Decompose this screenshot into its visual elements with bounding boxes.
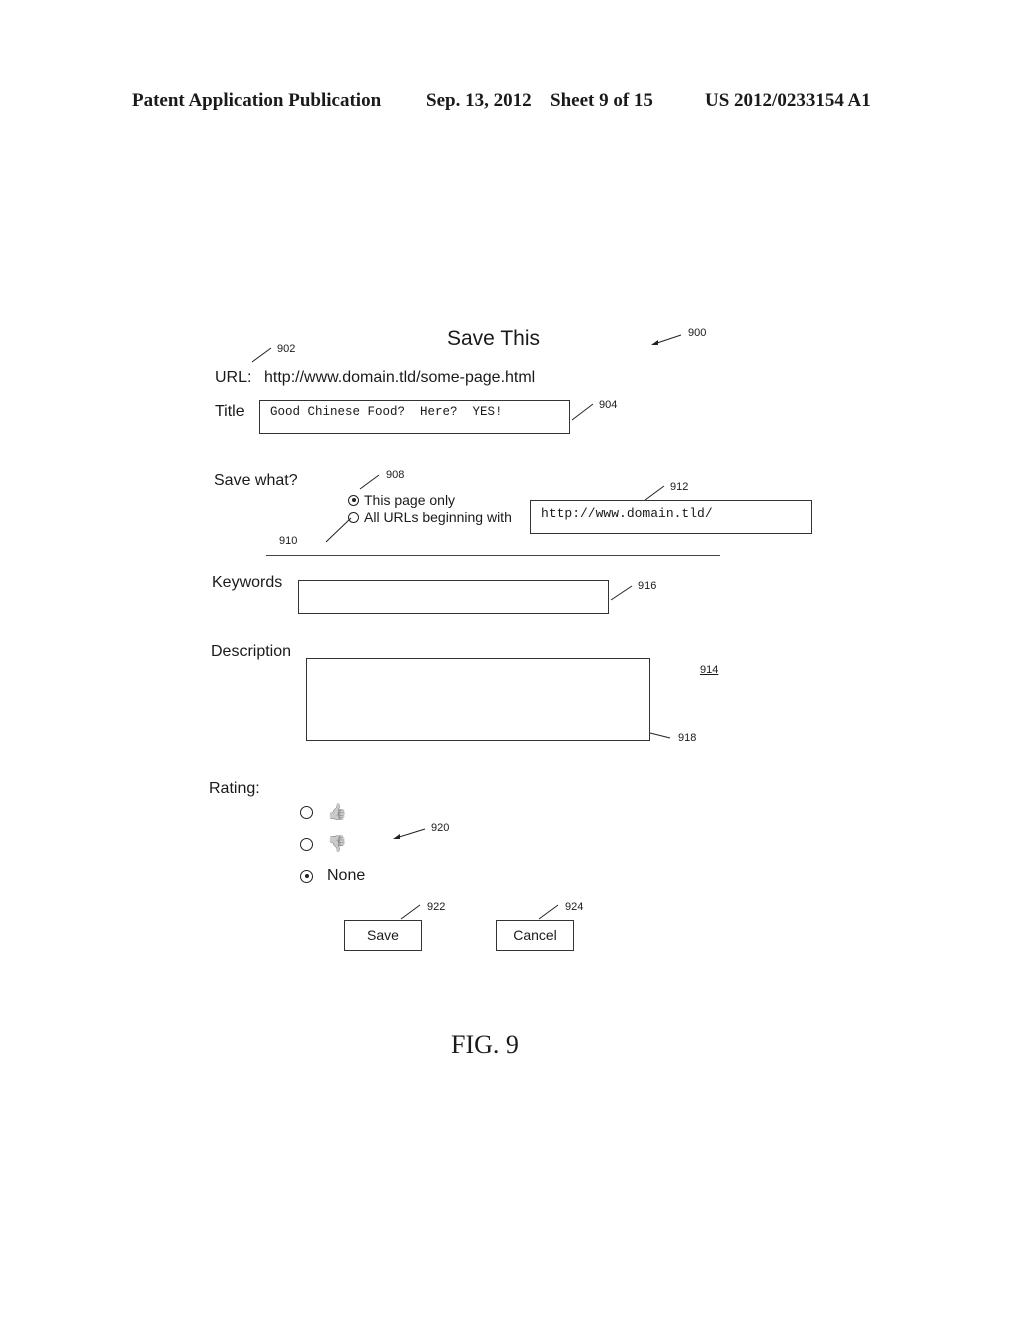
thumbs-down-icon: 👎 — [327, 836, 347, 853]
save-option-this-page-label: This page only — [364, 492, 456, 508]
description-label: Description — [211, 643, 292, 660]
title-label: Title — [215, 403, 245, 420]
leader-line-922 — [400, 904, 421, 920]
publication-label: Patent Application Publication — [132, 90, 382, 111]
patent-number: US 2012/0233154 A1 — [705, 90, 871, 111]
url-label: URL: — [215, 369, 252, 386]
radio-thumbs-up[interactable] — [300, 805, 313, 819]
leader-line-904 — [571, 403, 594, 421]
figure-label: FIG. 9 — [451, 1030, 519, 1059]
leader-line-924 — [538, 904, 559, 920]
save-option-all-urls-label: All URLs beginning with — [364, 509, 512, 525]
reference-arrow-920 — [393, 828, 426, 839]
rating-option-thumbs-up[interactable]: 👍 — [300, 802, 347, 822]
leader-line-916 — [610, 585, 633, 601]
title-input[interactable]: Good Chinese Food? Here? YES! — [259, 400, 570, 434]
save-button[interactable]: Save — [344, 920, 422, 951]
rating-label: Rating: — [209, 780, 260, 797]
rating-option-none[interactable]: None — [300, 867, 365, 885]
radio-this-page-selected[interactable] — [348, 494, 359, 506]
ref-918: 918 — [678, 732, 697, 744]
ref-922: 922 — [427, 901, 446, 913]
save-what-label: Save what? — [214, 472, 298, 489]
thumbs-up-icon: 👍 — [327, 804, 347, 821]
leader-line-910 — [325, 517, 352, 543]
keywords-label: Keywords — [212, 574, 283, 591]
ref-908: 908 — [386, 469, 405, 481]
publication-date: Sep. 13, 2012 — [426, 90, 532, 111]
rating-option-thumbs-down[interactable]: 👎 — [300, 834, 347, 854]
save-option-all-urls[interactable]: All URLs beginning with — [348, 509, 512, 525]
keywords-input[interactable] — [298, 580, 609, 614]
ref-904: 904 — [599, 399, 618, 411]
rating-none-label: None — [327, 867, 366, 884]
radio-none-selected[interactable] — [300, 869, 313, 883]
reference-arrow-900 — [651, 334, 682, 345]
ref-920: 920 — [431, 822, 450, 834]
leader-line-912 — [644, 485, 665, 501]
url-value: http://www.domain.tld/some-page.html — [264, 369, 536, 386]
cancel-button[interactable]: Cancel — [496, 920, 574, 951]
save-option-this-page[interactable]: This page only — [348, 492, 455, 508]
ref-914: 914 — [700, 664, 719, 676]
description-textarea[interactable] — [306, 658, 650, 741]
url-prefix-input[interactable]: http://www.domain.tld/ — [530, 500, 812, 534]
ref-924: 924 — [565, 901, 584, 913]
dialog-title: Save This — [447, 327, 540, 350]
sheet-number: Sheet 9 of 15 — [550, 90, 653, 111]
ref-916: 916 — [638, 580, 657, 592]
ref-900: 900 — [688, 327, 707, 339]
ref-902: 902 — [277, 343, 296, 355]
leader-line-918 — [649, 732, 671, 739]
leader-line-902 — [251, 347, 272, 363]
ref-910: 910 — [279, 535, 298, 547]
section-divider — [266, 555, 720, 556]
leader-line-908 — [359, 474, 380, 490]
ref-912: 912 — [670, 481, 689, 493]
radio-thumbs-down[interactable] — [300, 837, 313, 851]
